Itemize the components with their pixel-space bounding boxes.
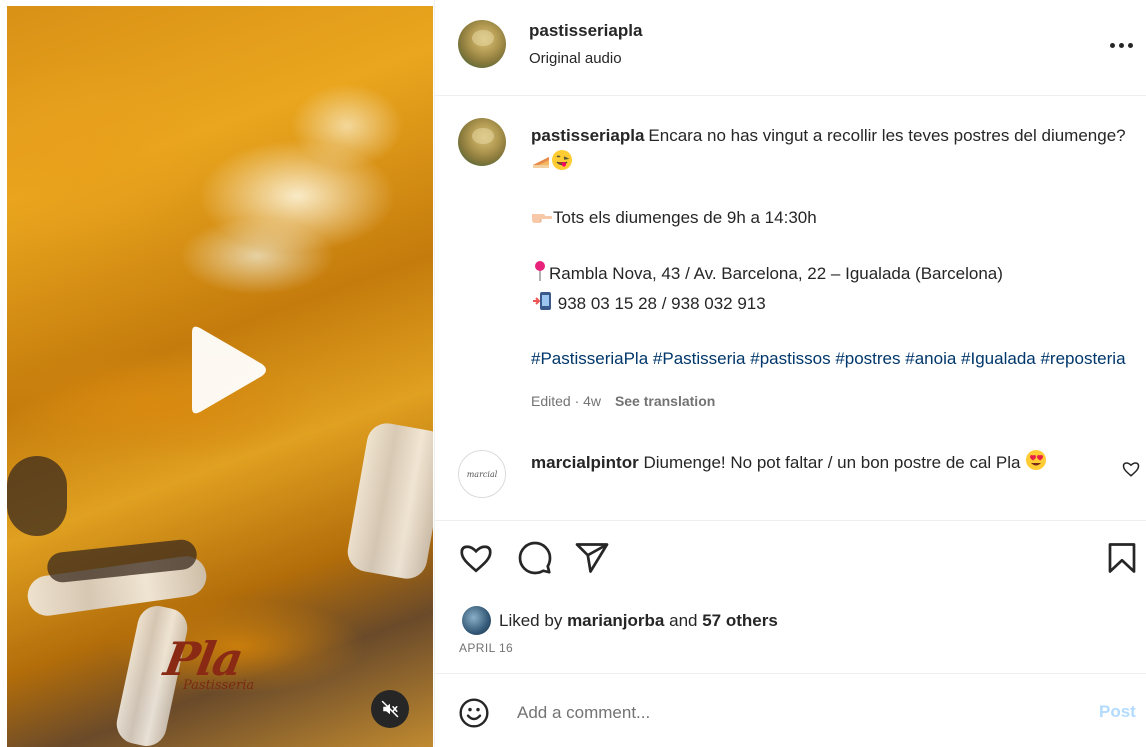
audio-link[interactable]: Original audio: [529, 50, 622, 67]
hashtag-link[interactable]: #pastissos: [750, 349, 830, 368]
comment-text: Diumenge! No pot faltar / un bon postre …: [643, 453, 1021, 472]
liked-by-prefix: Liked by: [499, 610, 563, 630]
caption-hours: Tots els diumenges de 9h a 14:30h: [553, 208, 817, 227]
add-comment-bar: Post: [435, 675, 1146, 747]
hashtag-link[interactable]: #Igualada: [961, 349, 1036, 368]
shadow-decoration: [7, 456, 67, 536]
more-options-button[interactable]: [1107, 38, 1135, 52]
brand-logo: Pla Pastisseria: [160, 632, 305, 702]
liked-by-and: and: [669, 610, 698, 630]
hashtag-link[interactable]: #reposteria: [1040, 349, 1125, 368]
play-icon: [192, 326, 266, 414]
commenter-username[interactable]: marcialpintor: [531, 453, 639, 472]
caption-phones-line: 938 03 15 28 / 938 032 913: [531, 290, 1131, 320]
heart-icon: [460, 545, 492, 573]
save-button[interactable]: [1104, 540, 1140, 576]
send-paper-plane-icon: [575, 543, 609, 573]
more-horizontal-icon: [1127, 42, 1133, 48]
liked-by: Liked by marianjorba and 57 others: [462, 606, 778, 635]
bookmark-icon: [1108, 543, 1136, 573]
post-video[interactable]: Pla Pastisseria: [7, 6, 433, 747]
post-header: pastisseriapla Original audio: [435, 0, 1146, 96]
post-date[interactable]: APRIL 16: [459, 641, 513, 655]
comment-like-button[interactable]: [1122, 460, 1140, 478]
more-horizontal-icon: [1109, 42, 1115, 48]
comment-button[interactable]: [517, 540, 553, 576]
commenter-avatar[interactable]: marcial: [458, 450, 506, 498]
caption-address: Rambla Nova, 43 / Av. Barcelona, 22 – Ig…: [549, 264, 1003, 283]
more-horizontal-icon: [1118, 42, 1124, 48]
comment-input[interactable]: [517, 699, 1057, 727]
caption-address-line: Rambla Nova, 43 / Av. Barcelona, 22 – Ig…: [531, 260, 1131, 290]
smiley-icon: [459, 698, 489, 728]
hashtag-link[interactable]: #Pastisseria: [653, 349, 746, 368]
heart-icon: [1122, 462, 1140, 477]
paper-liner-decoration: [344, 420, 433, 582]
caption-author-avatar[interactable]: [458, 118, 506, 166]
caption-username[interactable]: pastisseriapla: [531, 126, 644, 145]
hashtag-link[interactable]: #postres: [835, 349, 900, 368]
pin-emoji: [531, 260, 549, 290]
post-caption: pastisseriapla Encara no has vingut a rec…: [531, 123, 1131, 372]
cake-slice-emoji: [531, 151, 551, 179]
edited-timestamp[interactable]: Edited · 4w: [531, 393, 601, 409]
caption-hours-line: Tots els diumenges de 9h a 14:30h: [531, 205, 1131, 234]
mobile-phone-emoji: [531, 290, 553, 320]
liker-avatar[interactable]: [462, 606, 491, 635]
caption-phones: 938 03 15 28 / 938 032 913: [557, 294, 766, 313]
hashtag-link[interactable]: #PastisseriaPla: [531, 349, 648, 368]
liked-by-user[interactable]: marianjorba: [567, 611, 664, 631]
instagram-post: Pla Pastisseria pastisseriapla Original …: [0, 0, 1146, 747]
caption-text: Encara no has vingut a recollir les teve…: [648, 126, 1126, 145]
muted-speaker-icon: [381, 700, 399, 718]
play-button[interactable]: [180, 322, 270, 418]
author-avatar[interactable]: [458, 20, 506, 68]
see-translation-button[interactable]: See translation: [615, 393, 715, 409]
comments-section: pastisseriapla Encara no has vingut a rec…: [435, 97, 1146, 521]
post-sidebar: pastisseriapla Original audio pastisseri…: [434, 0, 1146, 747]
pointing-hand-emoji: [531, 206, 553, 234]
caption-line: pastisseriapla Encara no has vingut a rec…: [531, 123, 1131, 179]
comment-bubble-icon: [518, 541, 552, 575]
share-button[interactable]: [574, 540, 610, 576]
hashtag-link[interactable]: #anoia: [905, 349, 956, 368]
mute-button[interactable]: [371, 690, 409, 728]
post-comment-button[interactable]: Post: [1099, 702, 1136, 722]
brand-logo-text: Pla: [160, 632, 246, 686]
heart-eyes-emoji: [1025, 449, 1047, 479]
caption-meta: Edited · 4w See translation: [531, 393, 715, 409]
comment-body: marcialpintor Diumenge! No pot faltar / …: [531, 449, 1111, 479]
caption-hashtags: #PastisseriaPla #Pastisseria #pastissos …: [531, 346, 1131, 372]
like-button[interactable]: [458, 540, 494, 576]
liked-by-others[interactable]: 57 others: [702, 611, 778, 631]
author-username[interactable]: pastisseriapla: [529, 21, 642, 41]
yum-face-emoji: [551, 149, 573, 179]
post-actions: Liked by marianjorba and 57 others APRIL…: [435, 522, 1146, 674]
emoji-picker-button[interactable]: [458, 697, 490, 729]
